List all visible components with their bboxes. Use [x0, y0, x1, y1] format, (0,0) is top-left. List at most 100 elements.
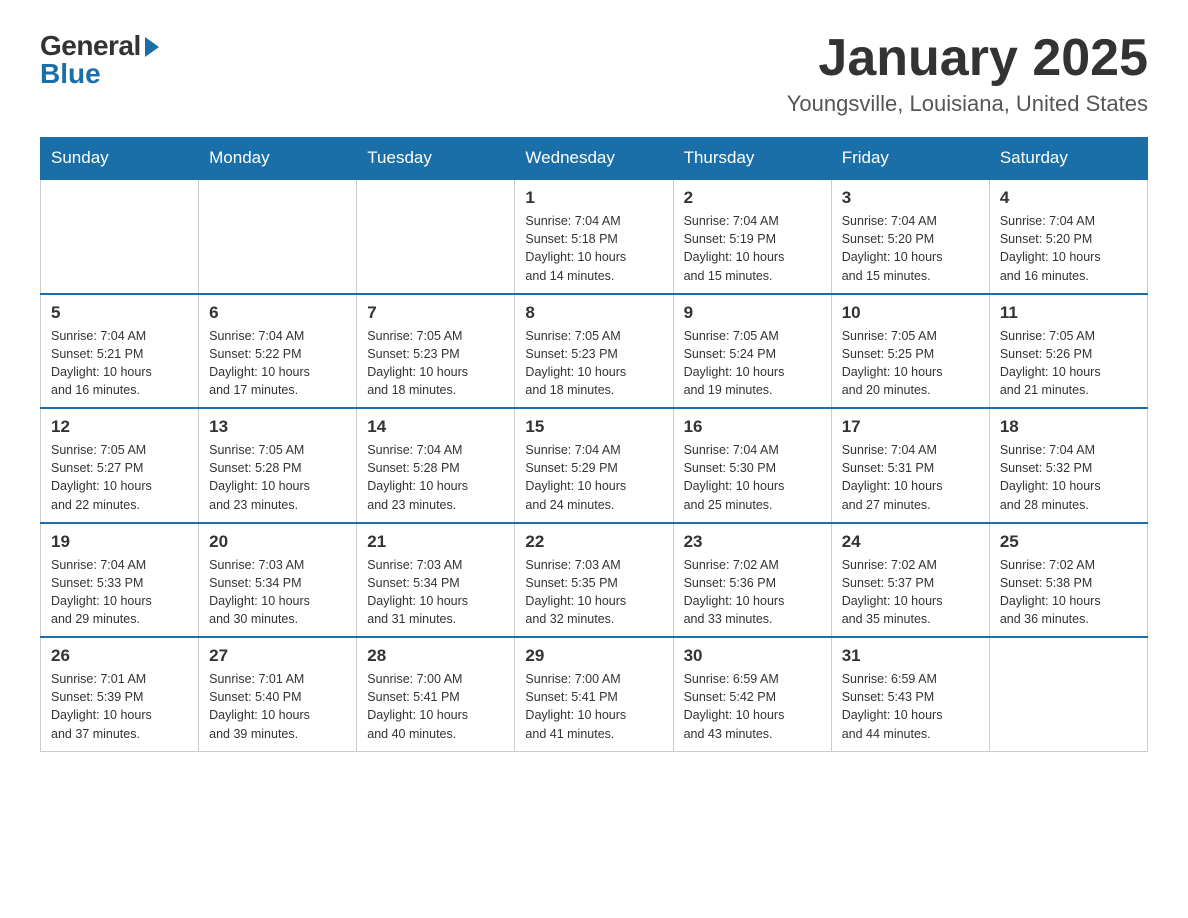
- day-info: Sunrise: 7:01 AMSunset: 5:40 PMDaylight:…: [209, 670, 346, 743]
- day-number: 26: [51, 646, 188, 666]
- day-info: Sunrise: 7:03 AMSunset: 5:34 PMDaylight:…: [209, 556, 346, 629]
- day-number: 1: [525, 188, 662, 208]
- day-number: 25: [1000, 532, 1137, 552]
- day-info: Sunrise: 7:02 AMSunset: 5:37 PMDaylight:…: [842, 556, 979, 629]
- calendar-cell: 2 Sunrise: 7:04 AMSunset: 5:19 PMDaylight…: [673, 179, 831, 294]
- day-info: Sunrise: 7:05 AMSunset: 5:24 PMDaylight:…: [684, 327, 821, 400]
- calendar-cell: 1 Sunrise: 7:04 AMSunset: 5:18 PMDaylight…: [515, 179, 673, 294]
- calendar-cell: 9 Sunrise: 7:05 AMSunset: 5:24 PMDaylight…: [673, 294, 831, 409]
- day-info: Sunrise: 7:05 AMSunset: 5:25 PMDaylight:…: [842, 327, 979, 400]
- day-info: Sunrise: 7:04 AMSunset: 5:30 PMDaylight:…: [684, 441, 821, 514]
- calendar-subtitle: Youngsville, Louisiana, United States: [787, 91, 1148, 117]
- calendar-cell: 11 Sunrise: 7:05 AMSunset: 5:26 PMDayligh…: [989, 294, 1147, 409]
- calendar-title: January 2025: [787, 30, 1148, 87]
- calendar-cell: 25 Sunrise: 7:02 AMSunset: 5:38 PMDayligh…: [989, 523, 1147, 638]
- calendar-cell: 15 Sunrise: 7:04 AMSunset: 5:29 PMDayligh…: [515, 408, 673, 523]
- calendar-cell: 14 Sunrise: 7:04 AMSunset: 5:28 PMDayligh…: [357, 408, 515, 523]
- day-number: 11: [1000, 303, 1137, 323]
- day-number: 19: [51, 532, 188, 552]
- calendar-cell: 20 Sunrise: 7:03 AMSunset: 5:34 PMDayligh…: [199, 523, 357, 638]
- day-number: 22: [525, 532, 662, 552]
- calendar-cell: 10 Sunrise: 7:05 AMSunset: 5:25 PMDayligh…: [831, 294, 989, 409]
- day-info: Sunrise: 7:05 AMSunset: 5:23 PMDaylight:…: [367, 327, 504, 400]
- calendar-cell: 18 Sunrise: 7:04 AMSunset: 5:32 PMDayligh…: [989, 408, 1147, 523]
- calendar-cell: 30Sunrise: 6:59 AMSunset: 5:42 PMDayligh…: [673, 637, 831, 751]
- day-info: Sunrise: 7:04 AMSunset: 5:20 PMDaylight:…: [1000, 212, 1137, 285]
- day-number: 3: [842, 188, 979, 208]
- calendar-cell: 27 Sunrise: 7:01 AMSunset: 5:40 PMDayligh…: [199, 637, 357, 751]
- day-info: Sunrise: 7:05 AMSunset: 5:28 PMDaylight:…: [209, 441, 346, 514]
- calendar-cell: 4 Sunrise: 7:04 AMSunset: 5:20 PMDaylight…: [989, 179, 1147, 294]
- calendar-week-row: 12Sunrise: 7:05 AMSunset: 5:27 PMDayligh…: [41, 408, 1148, 523]
- calendar-week-row: 19 Sunrise: 7:04 AMSunset: 5:33 PMDayligh…: [41, 523, 1148, 638]
- day-number: 30: [684, 646, 821, 666]
- calendar-cell: 5Sunrise: 7:04 AMSunset: 5:21 PMDaylight…: [41, 294, 199, 409]
- calendar-cell: 26Sunrise: 7:01 AMSunset: 5:39 PMDayligh…: [41, 637, 199, 751]
- weekday-header-friday: Friday: [831, 138, 989, 180]
- weekday-header-row: SundayMondayTuesdayWednesdayThursdayFrid…: [41, 138, 1148, 180]
- day-number: 6: [209, 303, 346, 323]
- day-number: 14: [367, 417, 504, 437]
- calendar-cell: 24 Sunrise: 7:02 AMSunset: 5:37 PMDayligh…: [831, 523, 989, 638]
- calendar-cell: 7Sunrise: 7:05 AMSunset: 5:23 PMDaylight…: [357, 294, 515, 409]
- calendar-cell: [41, 179, 199, 294]
- day-number: 10: [842, 303, 979, 323]
- day-number: 4: [1000, 188, 1137, 208]
- day-info: Sunrise: 7:04 AMSunset: 5:18 PMDaylight:…: [525, 212, 662, 285]
- day-info: Sunrise: 7:04 AMSunset: 5:33 PMDaylight:…: [51, 556, 188, 629]
- calendar-week-row: 1 Sunrise: 7:04 AMSunset: 5:18 PMDaylight…: [41, 179, 1148, 294]
- day-info: Sunrise: 7:02 AMSunset: 5:38 PMDaylight:…: [1000, 556, 1137, 629]
- weekday-header-wednesday: Wednesday: [515, 138, 673, 180]
- day-number: 15: [525, 417, 662, 437]
- calendar-cell: 31Sunrise: 6:59 AMSunset: 5:43 PMDayligh…: [831, 637, 989, 751]
- day-info: Sunrise: 7:04 AMSunset: 5:22 PMDaylight:…: [209, 327, 346, 400]
- day-number: 27: [209, 646, 346, 666]
- day-info: Sunrise: 7:04 AMSunset: 5:32 PMDaylight:…: [1000, 441, 1137, 514]
- calendar-cell: 22 Sunrise: 7:03 AMSunset: 5:35 PMDayligh…: [515, 523, 673, 638]
- day-info: Sunrise: 7:03 AMSunset: 5:35 PMDaylight:…: [525, 556, 662, 629]
- day-info: Sunrise: 7:04 AMSunset: 5:20 PMDaylight:…: [842, 212, 979, 285]
- day-number: 2: [684, 188, 821, 208]
- calendar-cell: 3 Sunrise: 7:04 AMSunset: 5:20 PMDaylight…: [831, 179, 989, 294]
- calendar-cell: 8 Sunrise: 7:05 AMSunset: 5:23 PMDaylight…: [515, 294, 673, 409]
- day-number: 20: [209, 532, 346, 552]
- logo: General Blue: [40, 30, 159, 90]
- day-info: Sunrise: 7:05 AMSunset: 5:23 PMDaylight:…: [525, 327, 662, 400]
- weekday-header-monday: Monday: [199, 138, 357, 180]
- day-info: Sunrise: 7:05 AMSunset: 5:26 PMDaylight:…: [1000, 327, 1137, 400]
- day-number: 12: [51, 417, 188, 437]
- day-number: 17: [842, 417, 979, 437]
- day-info: Sunrise: 7:02 AMSunset: 5:36 PMDaylight:…: [684, 556, 821, 629]
- day-info: Sunrise: 7:04 AMSunset: 5:31 PMDaylight:…: [842, 441, 979, 514]
- calendar-cell: 12Sunrise: 7:05 AMSunset: 5:27 PMDayligh…: [41, 408, 199, 523]
- calendar-cell: [199, 179, 357, 294]
- page-header: General Blue January 2025 Youngsville, L…: [40, 30, 1148, 117]
- day-number: 16: [684, 417, 821, 437]
- calendar-table: SundayMondayTuesdayWednesdayThursdayFrid…: [40, 137, 1148, 752]
- calendar-week-row: 5Sunrise: 7:04 AMSunset: 5:21 PMDaylight…: [41, 294, 1148, 409]
- day-info: Sunrise: 7:04 AMSunset: 5:29 PMDaylight:…: [525, 441, 662, 514]
- calendar-week-row: 26Sunrise: 7:01 AMSunset: 5:39 PMDayligh…: [41, 637, 1148, 751]
- calendar-cell: 28Sunrise: 7:00 AMSunset: 5:41 PMDayligh…: [357, 637, 515, 751]
- calendar-cell: 13Sunrise: 7:05 AMSunset: 5:28 PMDayligh…: [199, 408, 357, 523]
- day-number: 9: [684, 303, 821, 323]
- logo-arrow-icon: [145, 37, 159, 57]
- day-number: 8: [525, 303, 662, 323]
- day-info: Sunrise: 7:04 AMSunset: 5:21 PMDaylight:…: [51, 327, 188, 400]
- day-number: 24: [842, 532, 979, 552]
- title-section: January 2025 Youngsville, Louisiana, Uni…: [787, 30, 1148, 117]
- day-info: Sunrise: 7:03 AMSunset: 5:34 PMDaylight:…: [367, 556, 504, 629]
- logo-blue-text: Blue: [40, 58, 101, 90]
- day-number: 29: [525, 646, 662, 666]
- calendar-cell: 6 Sunrise: 7:04 AMSunset: 5:22 PMDaylight…: [199, 294, 357, 409]
- weekday-header-sunday: Sunday: [41, 138, 199, 180]
- day-info: Sunrise: 7:00 AMSunset: 5:41 PMDaylight:…: [525, 670, 662, 743]
- day-number: 18: [1000, 417, 1137, 437]
- day-number: 23: [684, 532, 821, 552]
- calendar-cell: [989, 637, 1147, 751]
- day-info: Sunrise: 7:04 AMSunset: 5:28 PMDaylight:…: [367, 441, 504, 514]
- day-info: Sunrise: 7:04 AMSunset: 5:19 PMDaylight:…: [684, 212, 821, 285]
- calendar-cell: [357, 179, 515, 294]
- weekday-header-saturday: Saturday: [989, 138, 1147, 180]
- calendar-cell: 29 Sunrise: 7:00 AMSunset: 5:41 PMDayligh…: [515, 637, 673, 751]
